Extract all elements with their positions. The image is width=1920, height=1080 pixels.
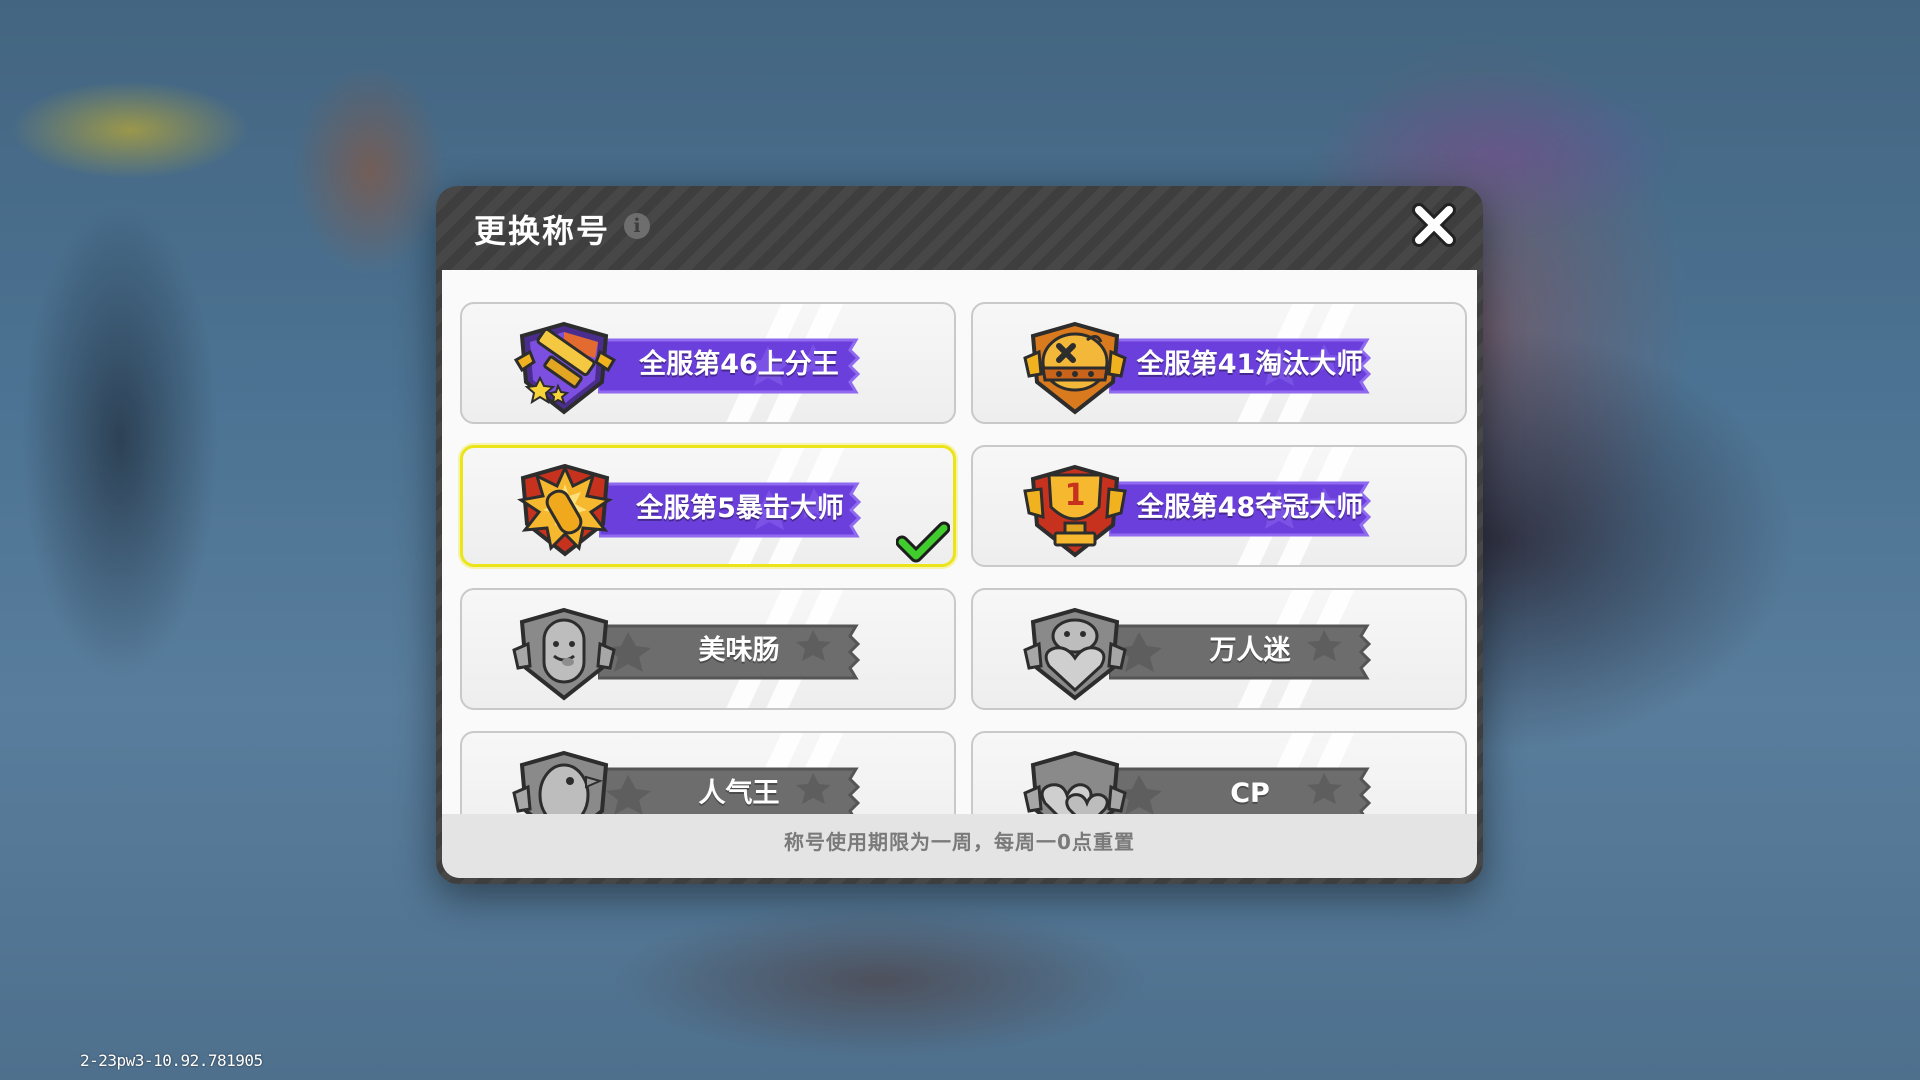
title-card-1[interactable]: 全服第46上分王 (460, 302, 956, 424)
title-card-2[interactable]: 全服第41淘汰大师 (971, 302, 1467, 424)
heart-character-badge-icon (1023, 607, 1127, 701)
close-button[interactable] (1410, 201, 1458, 249)
dialog-title: 更换称号 (474, 212, 611, 250)
debug-build-info: 2-23pw3-10.92.781905 (80, 1051, 263, 1070)
title-label: 全服第48夺冠大师 (1136, 492, 1364, 523)
check-icon (896, 521, 950, 563)
title-card-5[interactable]: 美味肠 (460, 588, 956, 710)
title-label: 美味肠 (698, 635, 780, 666)
close-icon (1412, 203, 1456, 247)
title-label: 全服第5暴击大师 (636, 493, 844, 524)
title-ribbon: 全服第46上分王 (598, 336, 862, 396)
title-ribbon: 全服第5暴击大师 (599, 480, 863, 540)
dialog-header: 更换称号 i (436, 186, 1483, 270)
title-ribbon: 全服第48夺冠大师 (1109, 479, 1373, 539)
explosion-bullet-shield-badge-icon (517, 463, 613, 557)
dialog-content: 全服第46上分王 全服第41淘汰大师 全服第5暴击大师 全服第48夺冠大师 1 … (442, 270, 1477, 878)
title-ribbon: 美味肠 (598, 622, 862, 682)
svg-text:1: 1 (1065, 478, 1086, 513)
title-card-6[interactable]: 万人迷 (971, 588, 1467, 710)
title-card-4[interactable]: 全服第48夺冠大师 1 (971, 445, 1467, 567)
title-label: 人气王 (698, 778, 780, 809)
trophy-number-one-badge-icon: 1 (1023, 464, 1127, 558)
title-ribbon: 人气王 (598, 765, 862, 814)
bird-character-badge-icon (512, 750, 609, 814)
change-title-dialog: 更换称号 i 全服第46上分王 全服第41淘汰大师 全服第5暴击大师 全服第48… (436, 186, 1483, 884)
title-card-3[interactable]: 全服第5暴击大师 (460, 445, 956, 567)
double-heart-badge-icon (1023, 750, 1127, 814)
title-card-7[interactable]: 人气王 (460, 731, 956, 814)
rocket-launcher-shield-badge-icon (513, 321, 617, 415)
title-label: CP (1230, 778, 1270, 809)
title-label: 全服第41淘汰大师 (1136, 349, 1364, 380)
title-label: 全服第46上分王 (639, 349, 839, 380)
title-ribbon: 全服第41淘汰大师 (1109, 336, 1373, 396)
title-card-8[interactable]: CP (971, 731, 1467, 814)
info-icon[interactable]: i (624, 213, 650, 239)
title-ribbon: CP (1109, 765, 1373, 814)
sausage-face-badge-icon (512, 607, 616, 701)
title-duration-note: 称号使用期限为一周，每周一0点重置 (442, 814, 1477, 878)
title-ribbon: 万人迷 (1109, 622, 1373, 682)
title-label: 万人迷 (1209, 635, 1291, 666)
skull-helmet-shield-badge-icon (1023, 321, 1127, 415)
title-grid: 全服第46上分王 全服第41淘汰大师 全服第5暴击大师 全服第48夺冠大师 1 … (442, 270, 1477, 814)
